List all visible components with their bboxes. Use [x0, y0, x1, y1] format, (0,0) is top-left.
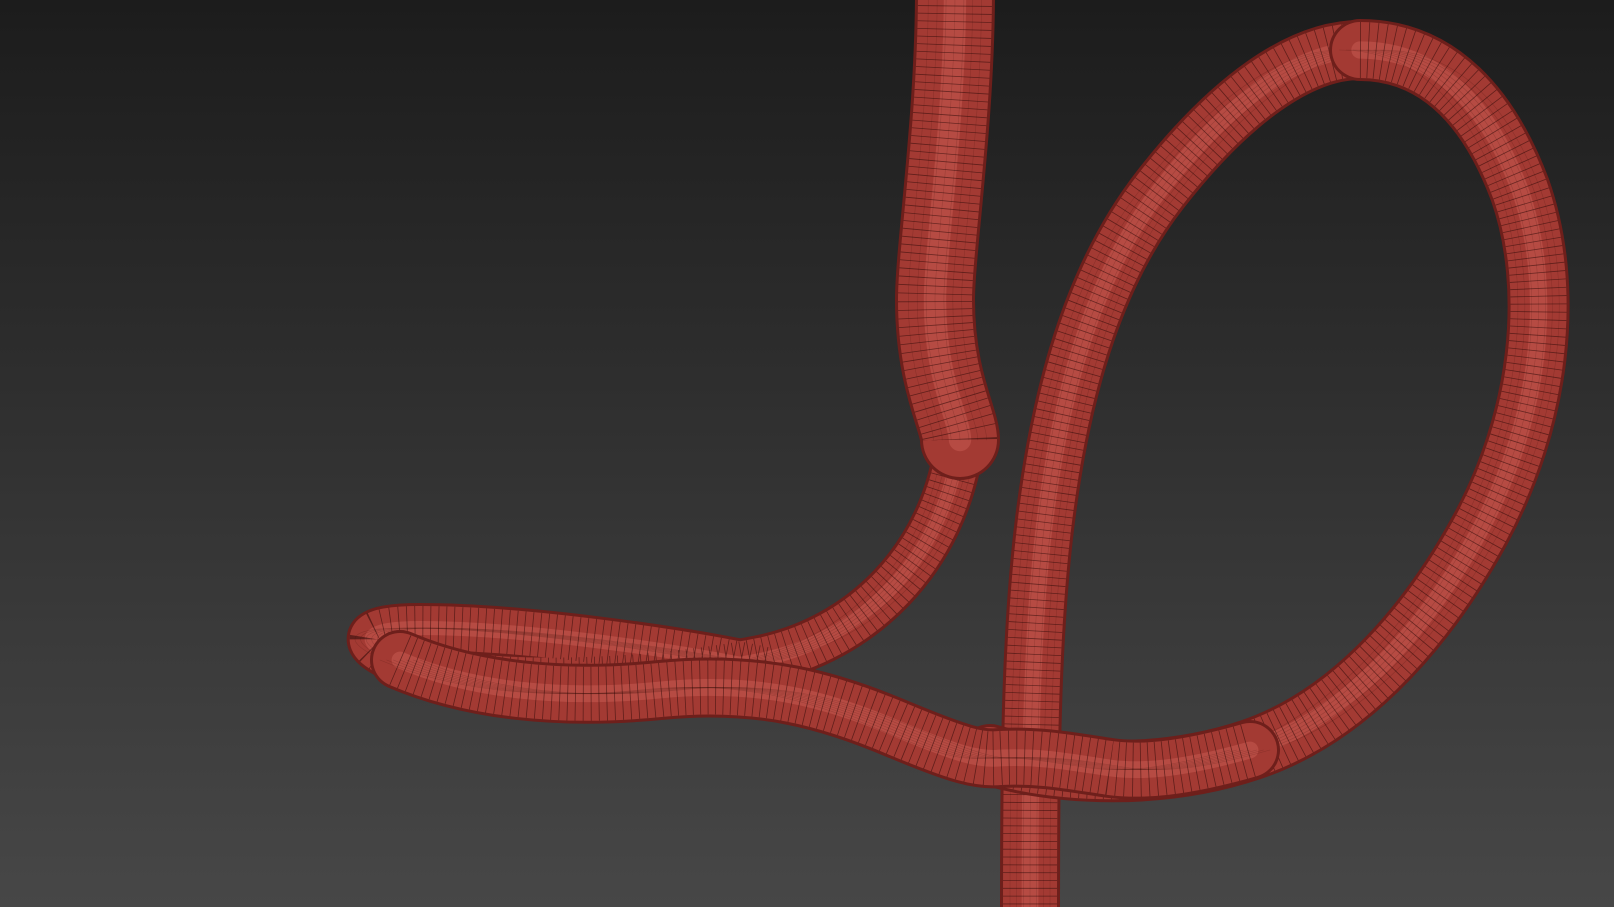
3d-viewport[interactable] [0, 0, 1614, 907]
viewport-background [0, 0, 1614, 907]
viewport-canvas[interactable] [0, 0, 1614, 907]
